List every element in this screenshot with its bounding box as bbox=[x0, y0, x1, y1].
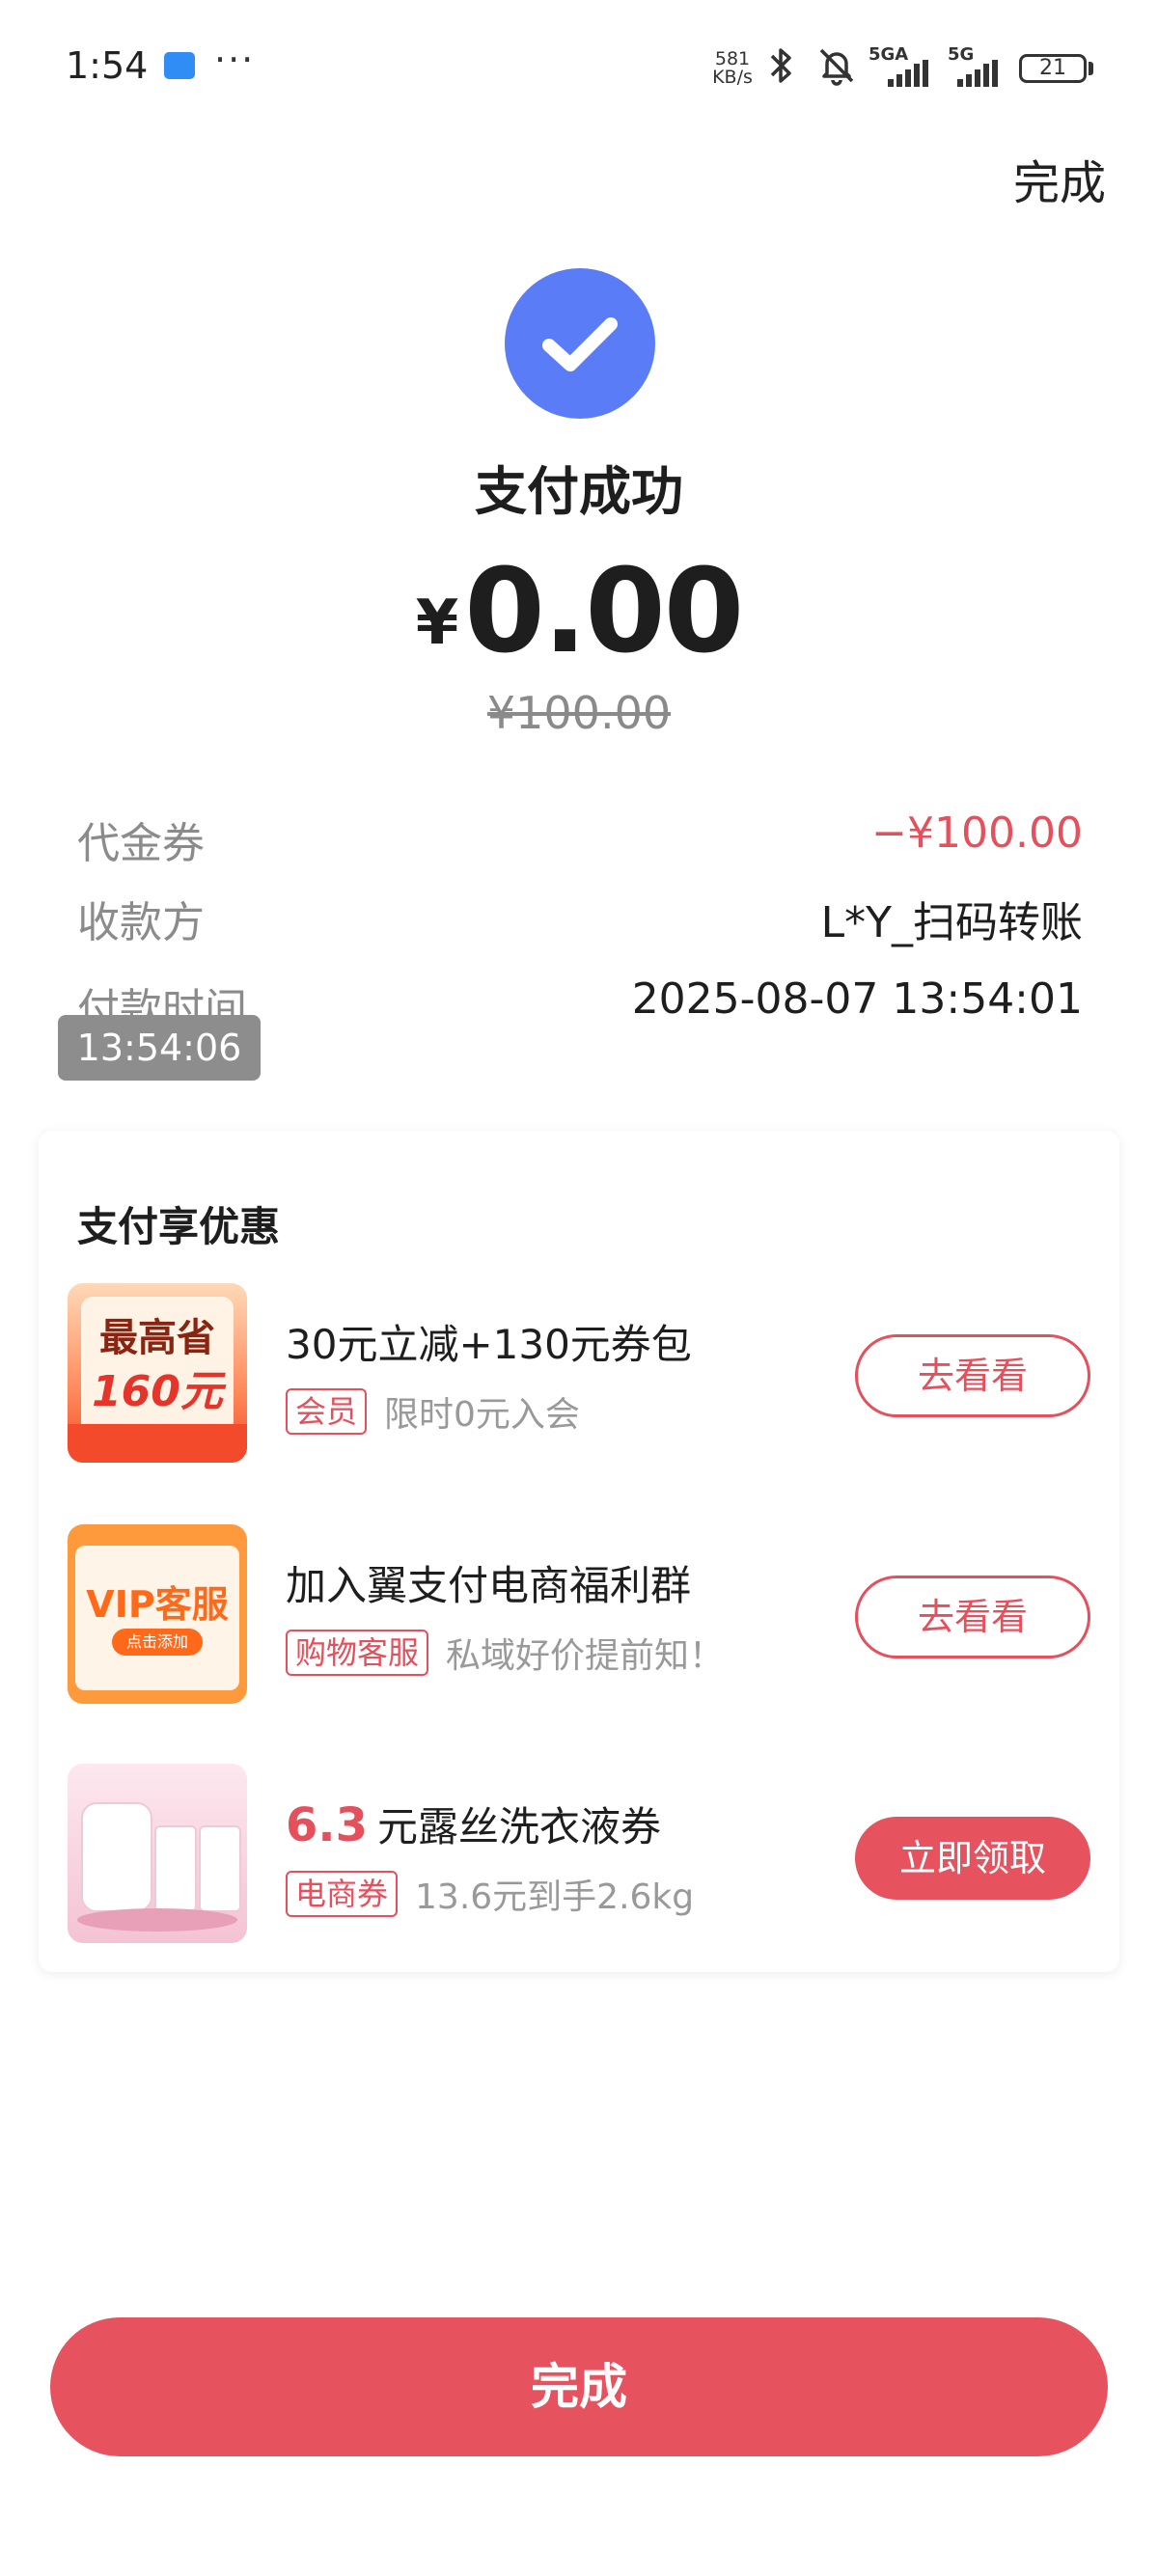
currency-symbol: ¥ bbox=[415, 588, 459, 659]
promo-item-meta: 会员 限时0元入会 bbox=[286, 1387, 580, 1436]
promo-item-meta: 购物客服 私域好价提前知！ bbox=[286, 1629, 724, 1677]
time-overlay: 13:54:06 bbox=[58, 1015, 261, 1081]
promo-highlight-value: 6.3 bbox=[286, 1798, 369, 1852]
voucher-label: 代金券 bbox=[77, 819, 205, 868]
promo-tag: 购物客服 bbox=[286, 1630, 429, 1676]
promo-thumb-detergent[interactable] bbox=[68, 1764, 247, 1943]
promotions-title: 支付享优惠 bbox=[77, 1203, 281, 1250]
amount-value: 0.00 bbox=[464, 545, 744, 679]
done-button[interactable]: 完成 bbox=[50, 2317, 1108, 2456]
status-time: 1:54 bbox=[66, 44, 149, 87]
battery-icon: 21 bbox=[1019, 54, 1087, 83]
payee-value: L*Y_扫码转账 bbox=[820, 898, 1083, 947]
view-button[interactable]: 去看看 bbox=[855, 1576, 1090, 1658]
payee-label: 收款方 bbox=[77, 898, 205, 947]
original-amount: ¥100.00 bbox=[486, 687, 672, 739]
view-button[interactable]: 去看看 bbox=[855, 1334, 1090, 1417]
app-notification-icon bbox=[164, 52, 195, 79]
promo-subtitle: 私域好价提前知！ bbox=[446, 1636, 725, 1676]
promo-thumb-member[interactable]: 最高省 160元 bbox=[68, 1283, 247, 1463]
promo-item-title[interactable]: 30元立减+130元券包 bbox=[286, 1312, 692, 1371]
success-check-icon bbox=[505, 268, 655, 419]
paid-amount: ¥0.00 bbox=[0, 545, 1158, 679]
promo-tag: 会员 bbox=[286, 1388, 368, 1435]
promo-tag: 电商券 bbox=[286, 1871, 399, 1917]
promo-item-meta: 电商券 13.6元到手2.6kg bbox=[286, 1870, 694, 1918]
promo-subtitle: 限时0元入会 bbox=[384, 1395, 580, 1435]
top-done-button[interactable]: 完成 bbox=[1013, 145, 1106, 212]
promo-item-title[interactable]: 加入翼支付电商福利群 bbox=[286, 1553, 691, 1612]
payment-status-title: 支付成功 bbox=[475, 461, 683, 522]
promo-item-title[interactable]: 6.3 元露丝洗衣液券 bbox=[286, 1795, 661, 1853]
network-speed: 581 KB/s bbox=[712, 48, 753, 88]
payment-time-value: 2025-08-07 13:54:01 bbox=[631, 974, 1083, 1024]
battery-tip bbox=[1089, 62, 1093, 75]
status-bar: 1:54 ··· 581 KB/s 5GA 5G 21 bbox=[0, 0, 1158, 135]
mute-bell-icon bbox=[815, 44, 858, 91]
bluetooth-icon bbox=[762, 44, 801, 96]
more-notifications-icon: ··· bbox=[214, 39, 256, 81]
voucher-value: −¥100.00 bbox=[871, 808, 1083, 858]
promo-subtitle: 13.6元到手2.6kg bbox=[415, 1877, 695, 1917]
promo-thumb-vip[interactable]: VIP客服 点击添加 bbox=[68, 1524, 247, 1704]
claim-button[interactable]: 立即领取 bbox=[855, 1817, 1090, 1900]
